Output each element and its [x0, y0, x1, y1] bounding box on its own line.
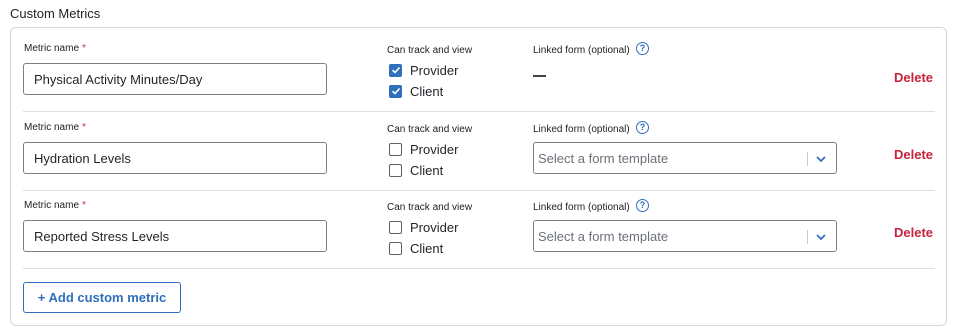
client-checkbox-row[interactable]: Client	[389, 161, 443, 179]
chevron-down-icon[interactable]	[814, 152, 828, 166]
metric-row: Metric name * Can track and view Linked f…	[23, 112, 935, 191]
checkmark-icon	[391, 66, 400, 74]
required-asterisk: *	[82, 122, 86, 133]
add-custom-metric-button[interactable]: + Add custom metric	[23, 282, 181, 313]
form-template-select[interactable]: Select a form template	[533, 220, 837, 252]
metric-row: Metric name * Can track and view Linked f…	[23, 33, 935, 112]
provider-checkbox-row[interactable]: Provider	[389, 61, 458, 79]
help-icon[interactable]: ?	[636, 199, 649, 212]
client-checkbox-row[interactable]: Client	[389, 82, 443, 100]
metric-name-label: Metric name *	[24, 43, 86, 54]
help-icon[interactable]: ?	[636, 42, 649, 55]
client-checkbox-row[interactable]: Client	[389, 239, 443, 257]
provider-label: Provider	[410, 219, 459, 235]
required-asterisk: *	[82, 43, 86, 54]
metric-name-label: Metric name *	[24, 122, 86, 133]
provider-checkbox-row[interactable]: Provider	[389, 140, 458, 158]
metric-name-input[interactable]	[23, 220, 327, 252]
form-template-select[interactable]: Select a form template	[533, 142, 837, 174]
metric-name-label: Metric name *	[24, 200, 86, 211]
client-checkbox[interactable]	[389, 241, 402, 255]
chevron-down-icon[interactable]	[814, 230, 828, 244]
metric-row: Metric name * Can track and view Linked f…	[23, 190, 935, 269]
can-track-label: Can track and view	[387, 124, 473, 135]
select-placeholder: Select a form template	[538, 151, 669, 166]
select-placeholder: Select a form template	[538, 229, 669, 244]
section-title: Custom Metrics	[10, 6, 101, 21]
provider-checkbox-row[interactable]: Provider	[389, 218, 458, 236]
client-label: Client	[410, 240, 444, 256]
delete-button[interactable]: Delete	[894, 225, 933, 240]
client-label: Client	[410, 83, 444, 99]
provider-label: Provider	[410, 62, 459, 78]
select-separator	[807, 152, 808, 166]
client-checkbox[interactable]	[389, 163, 402, 177]
can-track-label: Can track and view	[387, 45, 473, 56]
provider-checkbox[interactable]	[389, 220, 402, 234]
delete-button[interactable]: Delete	[894, 70, 933, 85]
client-label: Client	[410, 162, 444, 178]
delete-button[interactable]: Delete	[894, 147, 933, 162]
required-asterisk: *	[82, 200, 86, 211]
client-checkbox[interactable]	[389, 84, 402, 98]
metric-name-input[interactable]	[23, 63, 327, 95]
no-linked-form-dash	[533, 75, 546, 77]
provider-checkbox[interactable]	[389, 142, 402, 156]
row-divider	[23, 268, 935, 269]
metric-name-input[interactable]	[23, 142, 327, 174]
custom-metrics-card: Metric name * Can track and view Linked f…	[10, 27, 947, 326]
provider-checkbox[interactable]	[389, 63, 402, 77]
checkmark-icon	[391, 87, 400, 95]
help-icon[interactable]: ?	[636, 121, 649, 134]
linked-form-label: Linked form (optional)	[533, 202, 630, 213]
select-separator	[807, 230, 808, 244]
linked-form-label: Linked form (optional)	[533, 124, 630, 135]
linked-form-label: Linked form (optional)	[533, 45, 630, 56]
can-track-label: Can track and view	[387, 202, 473, 213]
provider-label: Provider	[410, 141, 459, 157]
